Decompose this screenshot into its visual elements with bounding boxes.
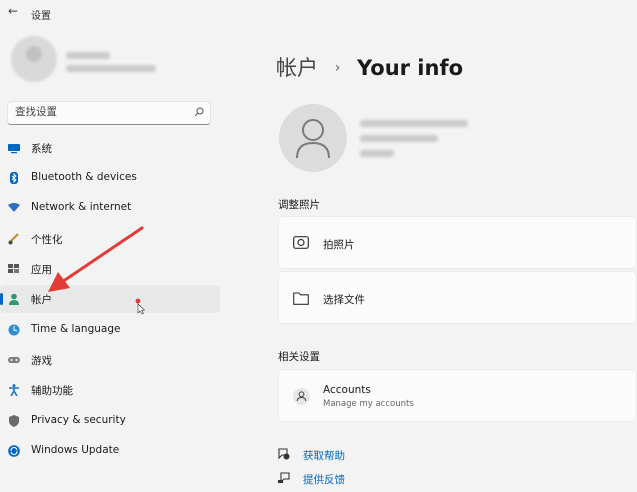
profile-picture — [279, 104, 347, 172]
apps-icon — [8, 264, 19, 273]
accessibility-icon — [9, 384, 19, 396]
mouse-cursor-icon — [135, 298, 146, 315]
sidebar-item-label: Bluetooth & devices — [31, 171, 137, 183]
search-icon[interactable] — [194, 107, 204, 117]
sidebar-item-label: 系统 — [31, 143, 52, 155]
sidebar-item-privacy-security[interactable]: Privacy & security — [0, 407, 220, 435]
blurred-user-email — [66, 65, 156, 72]
person-icon — [296, 119, 330, 158]
accounts-sublabel: Manage my accounts — [323, 399, 414, 409]
title-bar: ← 设置 — [0, 0, 637, 26]
breadcrumb: 帐户 › Your info — [276, 52, 463, 82]
system-icon — [8, 144, 20, 154]
windows-update-icon — [8, 445, 20, 457]
take-photo-label: 拍照片 — [323, 239, 355, 251]
sidebar-item-time-language[interactable]: Time & language — [0, 316, 220, 344]
sidebar-item-bluetooth[interactable]: Bluetooth & devices — [0, 164, 220, 192]
sidebar-item-label: Network & internet — [31, 201, 132, 213]
folder-icon — [293, 292, 309, 305]
sidebar-item-personalization[interactable]: 个性化 — [0, 225, 220, 253]
personalization-icon — [8, 233, 19, 245]
sidebar-item-system[interactable]: 系统 — [0, 134, 220, 162]
search-input[interactable] — [15, 106, 185, 118]
page-title: Your info — [356, 56, 464, 80]
sidebar-item-network[interactable]: Network & internet — [0, 194, 220, 222]
section-label-related: 相关设置 — [278, 351, 320, 363]
person-icon — [293, 388, 310, 405]
sidebar-item-label: Privacy & security — [31, 414, 126, 426]
sidebar-item-apps[interactable]: 应用 — [0, 255, 220, 283]
gaming-icon — [8, 357, 20, 363]
sidebar-item-label: 游戏 — [31, 355, 52, 367]
time-language-icon — [8, 324, 20, 336]
camera-icon — [293, 236, 309, 249]
user-avatar — [11, 36, 57, 82]
sidebar-item-accounts[interactable]: 帐户 — [0, 285, 220, 315]
network-icon — [8, 203, 20, 212]
sidebar-item-label: Time & language — [31, 323, 121, 335]
blurred-account-email — [360, 135, 438, 142]
help-icon — [278, 448, 290, 460]
sidebar-item-windows-update[interactable]: Windows Update — [0, 437, 220, 465]
give-feedback-label: 提供反馈 — [303, 474, 345, 486]
sidebar-item-label: 个性化 — [31, 234, 63, 246]
breadcrumb-separator: › — [334, 60, 341, 76]
active-indicator — [0, 293, 3, 305]
search-box[interactable] — [7, 101, 211, 125]
sidebar-item-label: 帐户 — [31, 294, 52, 306]
give-feedback-link[interactable]: 提供反馈 — [278, 470, 398, 488]
section-label-photo: 调整照片 — [278, 199, 320, 211]
back-arrow-icon[interactable]: ← — [8, 4, 18, 18]
bluetooth-icon — [10, 172, 18, 184]
blurred-user-name — [66, 52, 110, 59]
sidebar-item-label: 辅助功能 — [31, 385, 73, 397]
sidebar-item-label: 应用 — [31, 264, 52, 276]
feedback-icon — [278, 472, 290, 484]
sidebar-item-label: Windows Update — [31, 444, 120, 456]
sidebar-item-gaming[interactable]: 游戏 — [0, 346, 220, 374]
breadcrumb-parent[interactable]: 帐户 — [276, 56, 318, 80]
blurred-display-name — [360, 120, 468, 127]
app-title: 设置 — [31, 11, 51, 22]
blurred-account-type — [360, 150, 394, 157]
get-help-label: 获取帮助 — [303, 450, 345, 462]
sidebar-item-accessibility[interactable]: 辅助功能 — [0, 376, 220, 404]
privacy-shield-icon — [9, 415, 19, 427]
get-help-link[interactable]: 获取帮助 — [278, 446, 398, 464]
accounts-label: Accounts — [323, 384, 371, 396]
accounts-card[interactable]: Accounts Manage my accounts — [278, 369, 637, 422]
choose-file-label: 选择文件 — [323, 294, 365, 306]
accounts-icon — [9, 293, 19, 305]
take-photo-card[interactable]: 拍照片 — [278, 216, 637, 269]
choose-file-card[interactable]: 选择文件 — [278, 271, 637, 324]
